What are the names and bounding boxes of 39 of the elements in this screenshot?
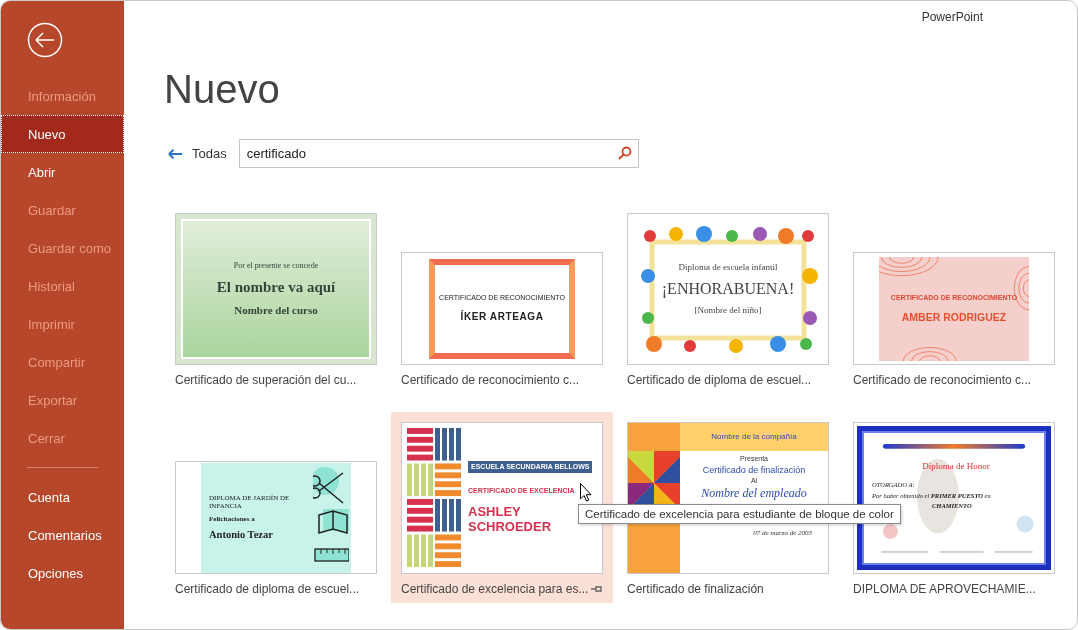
template-title: Certificado de superación del cu... (175, 373, 357, 387)
template-title: Certificado de reconocimiento c... (401, 373, 580, 387)
certificate-name: AMBER RODRIGUEZ (901, 311, 1007, 324)
template-thumbnail[interactable]: Por el presente se concede El nombre va aquí Nombre del curso (175, 213, 377, 365)
template-title: DIPLOMA DE APROVECHAMIE... (853, 582, 1036, 596)
template-title: Certificado de excelencia para es... (401, 582, 589, 596)
menu-item[interactable]: Comentarios (1, 516, 124, 554)
page-title: Nuevo (164, 66, 281, 113)
mouse-pointer-icon (580, 483, 592, 502)
search-icon[interactable] (617, 146, 632, 160)
back-button[interactable] (27, 22, 63, 58)
template-thumbnail[interactable]: Diploma de escuela infantil ¡ENHORABUENA! [Nombre del niño] (627, 213, 829, 365)
certificate-heading: Certificado de finalización (702, 465, 806, 476)
organization-name: Nombre de la compañía (711, 431, 797, 444)
certificate-subtitle: [Nombre del niño] (694, 305, 762, 316)
certificate-name: ÍKER ARTEAGA (460, 311, 544, 323)
certificate-heading: Diploma de Honor (922, 461, 990, 472)
certificate-name: El nombre va aquí (216, 278, 336, 296)
certificate-name: Antonio Tezar (209, 528, 273, 541)
app-name: PowerPoint (921, 10, 983, 24)
search-field[interactable]: certificado (238, 139, 639, 168)
template-title: Certificado de diploma de escuel... (175, 582, 360, 596)
menu-item[interactable]: Opciones (1, 554, 124, 592)
menu-item[interactable]: Cuenta (1, 478, 124, 516)
template-title: Certificado de finalización (627, 582, 764, 596)
menu-item[interactable]: Abrir (1, 153, 124, 191)
template-title: Certificado de diploma de escuel... (627, 373, 812, 387)
certificate-subtitle: Nombre del curso (234, 303, 318, 317)
template-title: Certificado de reconocimiento c... (853, 373, 1032, 387)
tooltip: Certificado de excelencia para estudiante de bloque de color (578, 504, 901, 524)
back-arrow-icon (168, 148, 182, 159)
pin-icon[interactable] (591, 584, 603, 594)
menu-item[interactable]: Nuevo (1, 115, 124, 153)
certificate-name: Nombre del empleado (701, 487, 807, 502)
certificate-heading: Por el presente se concede (233, 261, 319, 271)
certificate-name: ASHLEY SCHROEDER (468, 505, 552, 535)
certificate-heading: Diploma de escuela infantil (678, 262, 778, 273)
certificate-name: ¡ENHORABUENA! (661, 279, 795, 299)
all-templates-link[interactable]: Todas (168, 146, 227, 161)
